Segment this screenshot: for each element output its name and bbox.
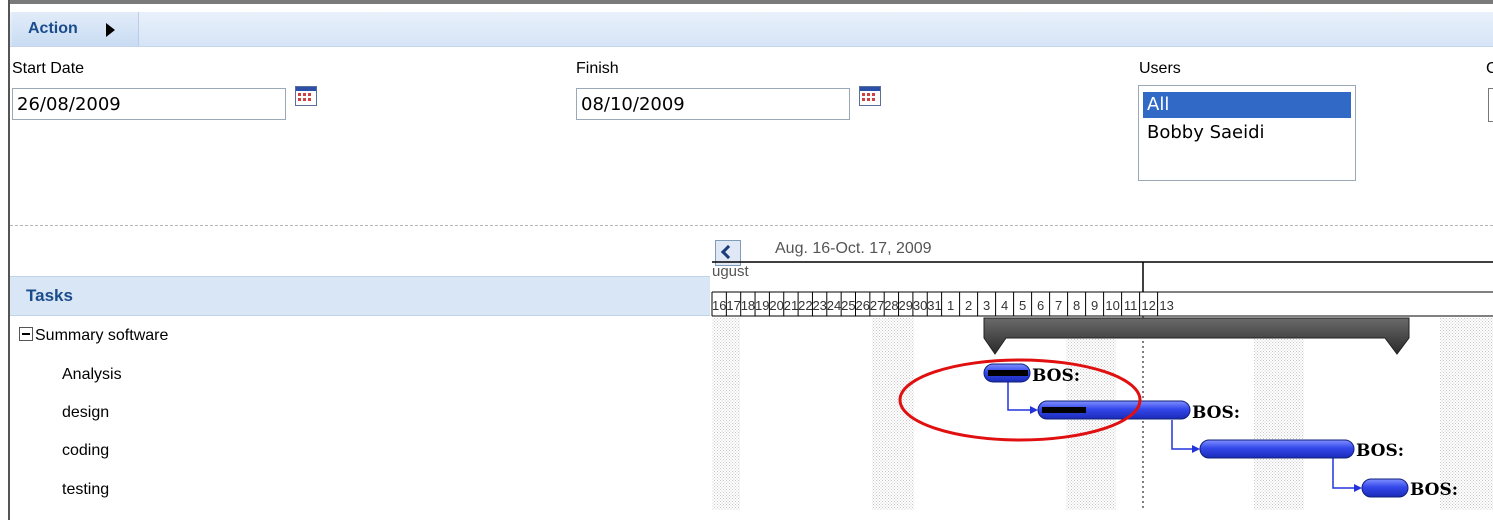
users-listbox[interactable]: All Bobby Saeidi	[1138, 85, 1356, 181]
dependency-arrow-head	[1192, 445, 1200, 453]
gantt-chart	[711, 261, 1493, 510]
start-date-input[interactable]: 26/08/2009	[12, 88, 286, 120]
date-range-label: Aug. 16-Oct. 17, 2009	[775, 240, 932, 257]
testing-bar	[1361, 478, 1409, 498]
coding-bar	[1199, 439, 1355, 459]
coding-resource-label: BOS:	[1356, 441, 1405, 461]
dependency-arrow	[1332, 458, 1358, 489]
day-label: 11	[1123, 298, 1138, 313]
design-resource-label: BOS:	[1192, 403, 1241, 423]
weekend-shading	[1066, 318, 1116, 510]
cut-off-input[interactable]	[1488, 88, 1493, 122]
day-label: 24	[826, 298, 842, 313]
finish-date-label: Finish	[576, 60, 619, 77]
weekend-shading	[712, 318, 740, 510]
task-testing[interactable]: testing	[62, 481, 109, 499]
day-label: 5	[1018, 298, 1027, 313]
dependency-arrow-head	[1030, 406, 1038, 414]
design-bar	[1037, 400, 1191, 420]
day-label: 1	[946, 298, 955, 313]
action-menu-button[interactable]: Action	[12, 12, 139, 46]
weekend-shading	[1254, 318, 1304, 510]
cut-off-label: C	[1486, 60, 1493, 77]
users-option-bobby[interactable]: Bobby Saeidi	[1143, 120, 1351, 146]
annotation-ellipse	[898, 358, 1142, 442]
day-label: 28	[884, 298, 899, 313]
dependency-arrow-head	[1354, 484, 1362, 492]
day-label: 27	[869, 298, 885, 313]
tasks-header: Tasks	[10, 276, 710, 316]
users-option-all[interactable]: All	[1143, 92, 1351, 118]
calendar-icon[interactable]	[859, 86, 881, 106]
day-label: 9	[1090, 298, 1099, 313]
month-label: ugust	[712, 263, 749, 280]
triangle-right-icon	[106, 23, 115, 37]
design-progress	[1042, 407, 1086, 413]
action-label: Action	[28, 20, 78, 37]
day-label: 23	[812, 298, 827, 313]
task-coding[interactable]: coding	[62, 442, 109, 460]
day-label: 25	[841, 298, 856, 313]
analysis-progress	[988, 370, 1028, 376]
day-label: 10	[1105, 298, 1120, 313]
day-label: 19	[755, 298, 770, 313]
day-label: 22	[798, 298, 813, 313]
analysis-resource-label: BOS:	[1032, 366, 1081, 386]
day-label: 17	[726, 298, 741, 313]
dependency-arrow	[1171, 420, 1196, 450]
summary-bar	[983, 317, 1410, 355]
day-label: 30	[912, 298, 928, 313]
window-left-border	[8, 0, 10, 520]
day-label: 13	[1159, 298, 1174, 313]
day-label: 31	[927, 298, 942, 313]
day-label: 2	[964, 298, 973, 313]
day-label: 3	[982, 298, 991, 313]
day-label: 20	[769, 298, 784, 313]
task-analysis[interactable]: Analysis	[62, 366, 122, 384]
collapse-icon[interactable]	[19, 327, 33, 341]
finish-date-input[interactable]: 08/10/2009	[576, 88, 850, 120]
day-label: 8	[1072, 298, 1081, 313]
day-label: 26	[855, 298, 870, 313]
section-divider	[10, 225, 1493, 226]
users-label: Users	[1139, 60, 1181, 77]
day-label: 12	[1141, 298, 1156, 313]
day-label: 6	[1036, 298, 1045, 313]
testing-resource-label: BOS:	[1410, 480, 1459, 500]
day-label: 21	[783, 298, 799, 313]
calendar-icon[interactable]	[295, 86, 317, 106]
start-date-label: Start Date	[12, 60, 85, 77]
day-label: 4	[1000, 298, 1009, 313]
day-label: 16	[712, 298, 727, 313]
day-label: 18	[740, 298, 756, 313]
day-label: 29	[898, 298, 914, 313]
analysis-bar	[983, 363, 1031, 383]
tasks-title: Tasks	[26, 286, 73, 305]
dependency-arrow	[1007, 380, 1034, 411]
day-label: 7	[1054, 298, 1063, 313]
task-design[interactable]: design	[62, 404, 109, 422]
weekend-shading	[872, 318, 914, 510]
window-top-border	[8, 0, 1493, 4]
task-summary-software[interactable]: Summary software	[35, 327, 168, 345]
toolbar: Action	[10, 12, 1493, 47]
